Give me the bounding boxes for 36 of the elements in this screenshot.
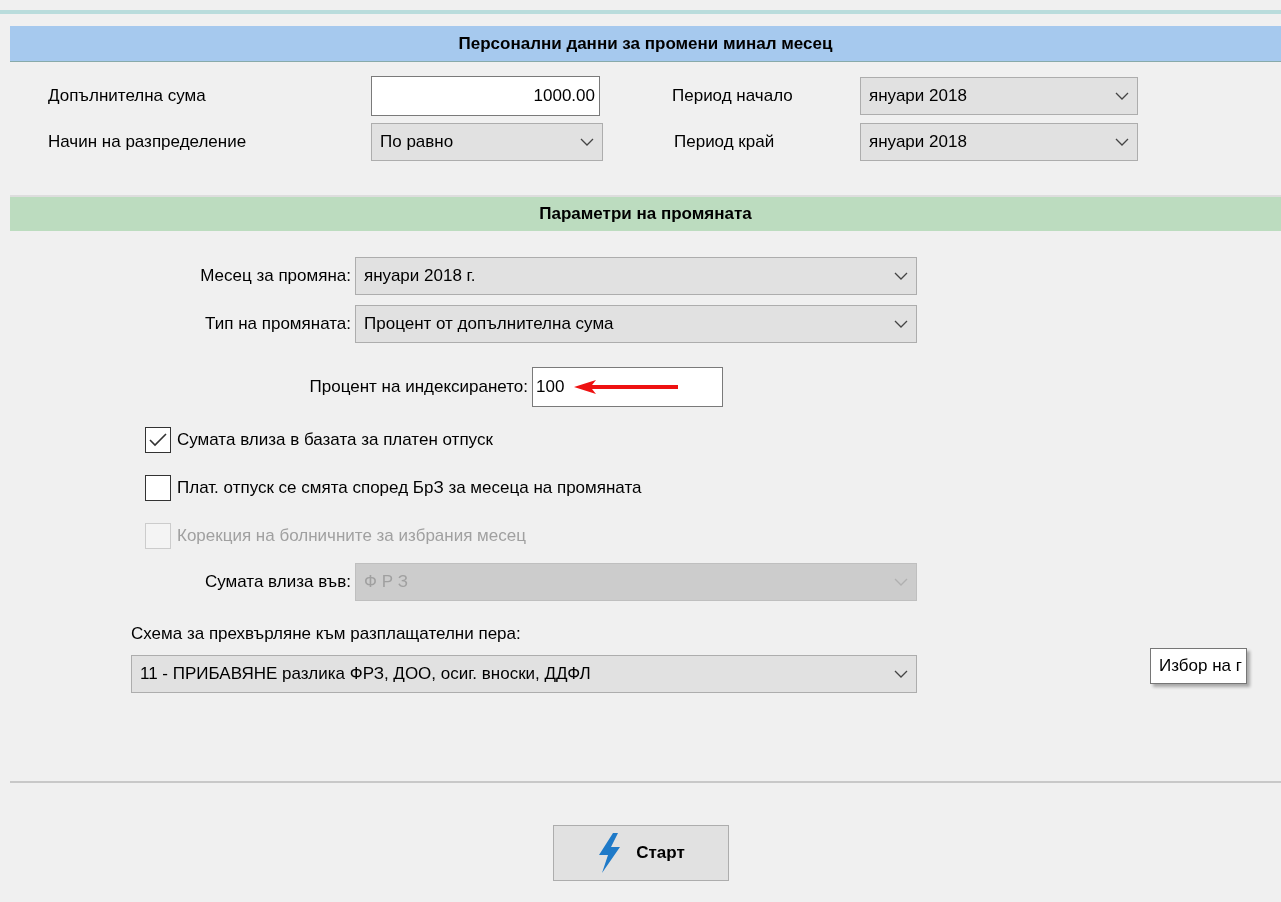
field-label: Период край [673,131,776,154]
chevron-icon [894,272,908,280]
field-label: Начин на разпределение [48,131,248,154]
dropdown[interactable]: януари 2018 г. [355,257,917,295]
lightning-icon [596,833,623,873]
chevron-icon [580,138,594,146]
chevron-icon [1115,92,1129,100]
dropdown[interactable]: януари 2018 [860,123,1138,161]
field-label: Допълнителна сума [48,85,207,108]
dropdown[interactable]: 11 - ПРИБАВЯНЕ разлика ФРЗ, ДОО, осиг. вноски, ДДФЛ [131,654,917,693]
field-label: Тип на промяната: [204,313,351,336]
section-header: Персонални данни за промени минал месец [10,26,1281,62]
checkbox[interactable] [145,427,171,453]
chevron-icon [894,320,908,328]
dropdown[interactable]: Процент от допълнителна сума [355,305,917,343]
dropdown[interactable]: януари 2018 [860,77,1138,115]
field-label: Процент на индексирането: [308,376,528,399]
arrow-icon [574,380,679,394]
checkbox-label: Сумата влиза в базата за платен отпуск [177,429,493,452]
chevron-icon [1115,138,1129,146]
field-label: Период начало [672,85,794,108]
checkbox-label: Корекция на болничните за избрания месец [177,525,526,548]
field-label: Месец за промяна: [199,265,351,288]
start-button[interactable]: Старт [552,825,729,881]
chevron-icon [894,578,908,586]
field-label: Сумата влиза във: [204,571,351,594]
field-label: Схема за прехвърляне към разплащателни пера: [131,624,521,643]
checkbox-label: Плат. отпуск се смята според БрЗ за месеца на промяната [177,477,642,500]
dropdown[interactable]: По равно [371,123,603,161]
tooltip: Избор на г [1150,648,1247,684]
input-field[interactable]: 1000.00 [371,76,600,116]
chevron-icon [894,669,908,678]
section-header: Параметри на промяната [10,195,1281,231]
input-field[interactable]: 100 [532,367,723,407]
checkbox[interactable] [145,475,171,501]
checkmark-icon [149,433,167,447]
